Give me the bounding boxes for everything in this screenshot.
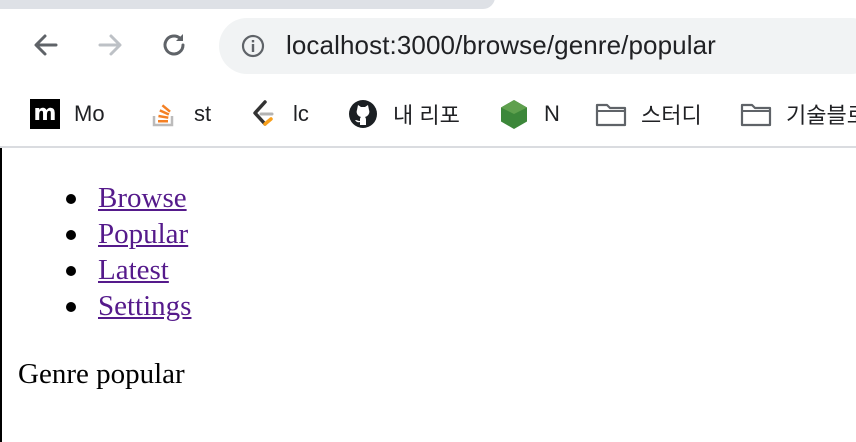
forward-button[interactable]: [95, 30, 125, 60]
bookmark-nodejs[interactable]: N: [498, 86, 560, 142]
nav-link-settings[interactable]: Settings: [98, 290, 191, 322]
bullet: [66, 230, 76, 240]
back-arrow-icon: [34, 34, 58, 56]
tab-strip: [0, 0, 856, 10]
browser-toolbar: localhost:3000/browse/genre/popular: [0, 10, 856, 86]
github-icon: [347, 98, 379, 130]
genre-heading: Genre popular: [18, 358, 185, 390]
list-item: Browse: [66, 180, 191, 216]
bookmark-label: 스터디: [641, 103, 702, 128]
url-text[interactable]: localhost:3000/browse/genre/popular: [286, 30, 716, 61]
list-item: Popular: [66, 216, 191, 252]
nav-link-browse[interactable]: Browse: [98, 182, 187, 214]
leetcode-icon: [247, 98, 279, 130]
bookmark-label: Mo: [74, 101, 105, 126]
bookmark-medium[interactable]: m Mo: [30, 86, 105, 142]
address-bar[interactable]: localhost:3000/browse/genre/popular: [219, 18, 856, 74]
bookmarks-bar: m Mo st lc 내 리포 N 스터디 기술블: [0, 86, 856, 148]
nodejs-icon: [498, 98, 530, 130]
stackoverflow-icon: [148, 98, 180, 130]
reload-button[interactable]: [159, 30, 189, 60]
folder-icon: [595, 98, 627, 130]
nav-link-latest[interactable]: Latest: [98, 254, 169, 286]
bookmark-label: lc: [293, 101, 309, 126]
back-button[interactable]: [31, 30, 61, 60]
bookmark-folder-techblog[interactable]: 기술블로: [740, 86, 856, 142]
list-item: Latest: [66, 252, 191, 288]
forward-arrow-icon: [98, 34, 122, 56]
list-item: Settings: [66, 288, 191, 324]
bookmark-stackoverflow[interactable]: st: [148, 86, 211, 142]
bookmark-github[interactable]: 내 리포: [347, 86, 460, 142]
nav-link-popular[interactable]: Popular: [98, 218, 188, 250]
bullet: [66, 266, 76, 276]
bookmark-label: N: [544, 101, 560, 126]
bullet: [66, 194, 76, 204]
bullet: [66, 302, 76, 312]
info-icon[interactable]: [241, 34, 265, 58]
bookmark-folder-study[interactable]: 스터디: [595, 86, 702, 142]
medium-icon: m: [30, 99, 60, 129]
active-tab[interactable]: [0, 0, 495, 9]
nav-list: Browse Popular Latest Settings: [66, 180, 191, 324]
reload-icon: [163, 34, 185, 56]
bookmark-label: 내 리포: [393, 103, 460, 128]
page-content: Browse Popular Latest Settings Genre pop…: [0, 148, 856, 442]
bookmark-label: st: [194, 101, 212, 126]
bookmark-label: 기술블로: [786, 103, 856, 128]
bookmark-leetcode[interactable]: lc: [247, 86, 309, 142]
folder-icon: [740, 98, 772, 130]
